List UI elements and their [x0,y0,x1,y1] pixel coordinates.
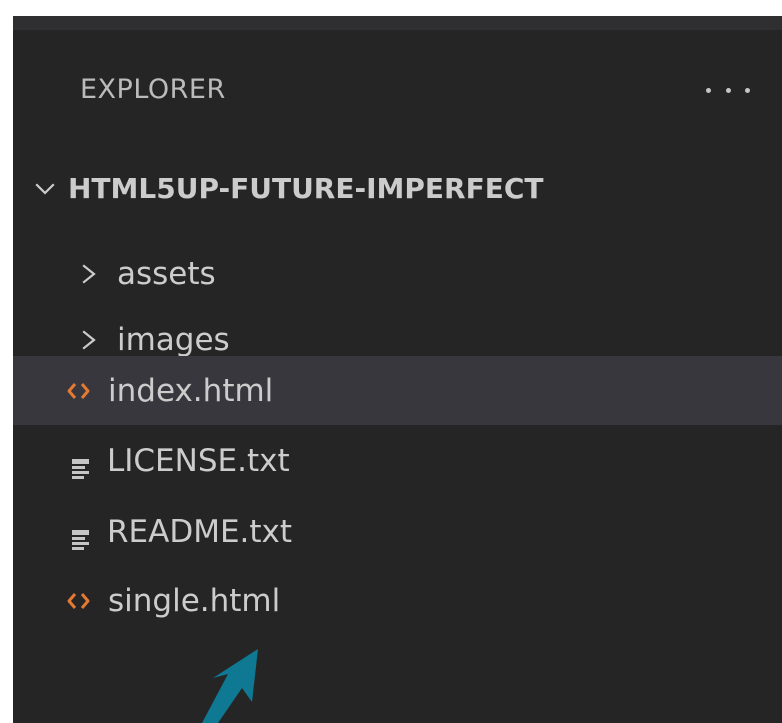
html-file-icon [67,589,90,613]
more-dot-icon [706,87,711,93]
more-dot-icon [725,87,731,93]
file-item-license-txt[interactable]: LICENSE.txt [13,427,782,494]
text-file-icon [72,520,89,550]
root-folder-label: HTML5UP-FUTURE-IMPERFECT [68,172,544,205]
chevron-down-icon [33,177,57,201]
file-label: LICENSE.txt [107,442,290,479]
more-horizontal-icon[interactable] [706,70,750,110]
html-file-icon [67,379,90,403]
explorer-title: EXPLORER [80,74,226,105]
chevron-right-icon [79,328,99,352]
white-top-margin [0,0,782,16]
folder-label: assets [117,255,216,292]
chevron-right-icon [79,262,99,286]
file-label: README.txt [107,513,293,550]
annotation-arrow-icon [202,649,258,723]
folder-label: images [117,321,230,358]
file-item-readme-txt[interactable]: README.txt [13,498,782,565]
more-dot-icon [745,87,750,93]
file-item-single-html[interactable]: single.html [13,567,782,634]
file-item-index-html[interactable]: index.html [13,356,782,425]
file-label: single.html [108,582,281,619]
folder-item-assets[interactable]: assets [13,240,782,307]
explorer-root-folder[interactable]: HTML5UP-FUTURE-IMPERFECT [13,155,782,222]
file-label: index.html [108,372,274,409]
text-file-icon [72,449,89,479]
white-left-margin [0,0,13,723]
explorer-panel: EXPLORER HTML5UP-FUTURE-IMPERFECT assets [13,16,782,723]
screenshot-stage: EXPLORER HTML5UP-FUTURE-IMPERFECT assets [0,0,782,723]
